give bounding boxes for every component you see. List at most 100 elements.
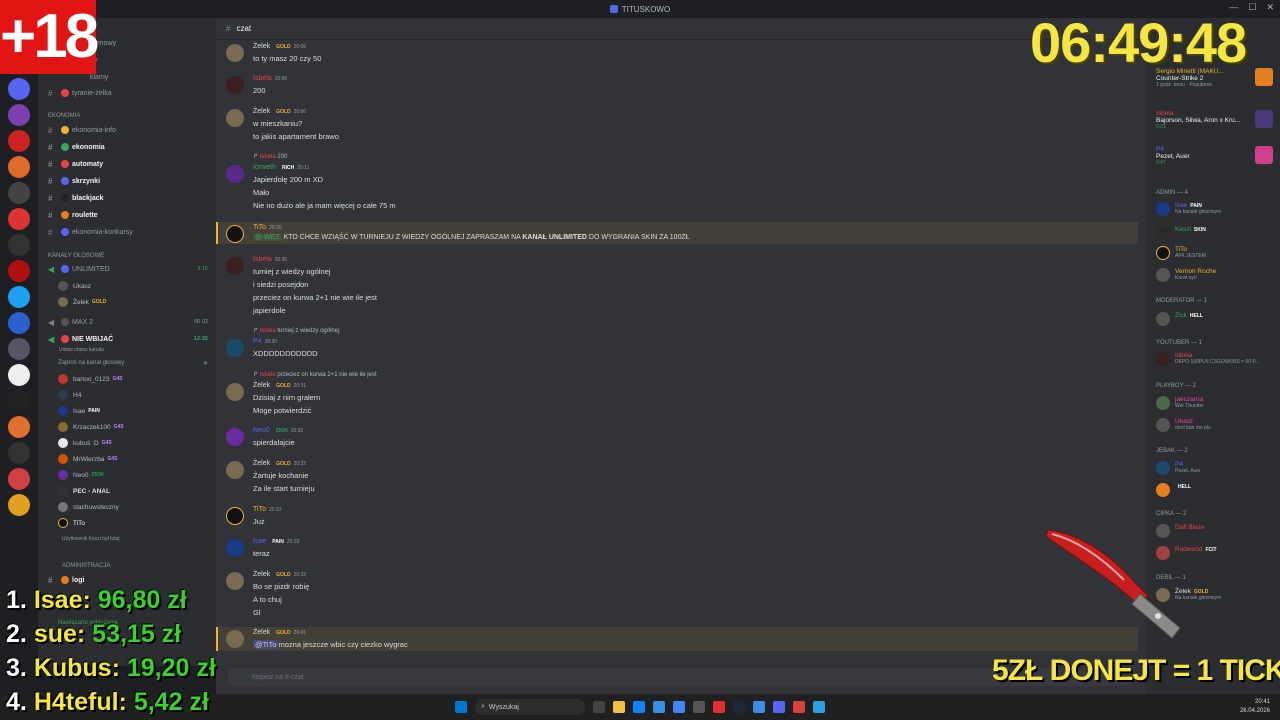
member-activity[interactable]: Isbela Bajorson, Sliwa, Aron x Kru... 6:… <box>1156 110 1278 130</box>
chrome-icon[interactable] <box>673 701 685 713</box>
edge-icon[interactable] <box>633 701 645 713</box>
voice-user[interactable]: stachuwsteczny <box>58 500 214 514</box>
avatar[interactable] <box>226 257 244 275</box>
avatar[interactable] <box>226 109 244 127</box>
server-icon[interactable] <box>8 364 30 386</box>
voice-user[interactable]: MrWierzba G4S <box>58 452 214 466</box>
server-icon[interactable] <box>8 234 30 256</box>
task-view-icon[interactable] <box>593 701 605 713</box>
server-icon[interactable] <box>8 442 30 464</box>
category-voice[interactable]: KANAŁY GŁOSOWE <box>38 249 216 263</box>
server-icon[interactable] <box>8 208 30 230</box>
member-item[interactable]: jaeczarna War Thunder <box>1156 396 1278 410</box>
server-icon[interactable] <box>8 104 30 126</box>
avatar[interactable] <box>226 428 244 446</box>
server-icon[interactable] <box>8 312 30 334</box>
voice-user[interactable]: TiTo <box>58 516 214 530</box>
member-item[interactable]: Zick HELL <box>1156 312 1278 326</box>
server-icon[interactable] <box>8 260 30 282</box>
author[interactable]: TiTo <box>253 224 266 231</box>
close-icon[interactable]: ✕ <box>1266 2 1274 13</box>
member-item[interactable]: HELL <box>1156 483 1278 497</box>
invite-voice-button[interactable]: Zaproś na kanał głosowy ✕ <box>38 356 216 370</box>
avatar[interactable] <box>226 461 244 479</box>
author[interactable]: Żelek <box>253 43 270 50</box>
author[interactable]: Żelek <box>253 382 270 389</box>
author[interactable]: Isbela <box>253 256 272 263</box>
system-clock[interactable]: 20:41 26.04.2026 <box>1240 698 1270 716</box>
avatar[interactable] <box>226 383 244 401</box>
avatar[interactable] <box>226 339 244 357</box>
avatar[interactable] <box>226 539 244 557</box>
author[interactable]: Żelek <box>253 571 270 578</box>
voice-user[interactable]: Neo0 ZION <box>58 468 214 482</box>
author[interactable]: Żelek <box>253 108 270 115</box>
member-item[interactable]: Keszi SKIN <box>1156 226 1278 240</box>
member-item[interactable]: TiTo AFK JESTEM <box>1156 246 1278 260</box>
windows-start-icon[interactable] <box>455 701 467 713</box>
voice-user[interactable]: PEC - ANAL <box>58 484 214 498</box>
channel-item[interactable]: # skrzynki <box>38 174 216 188</box>
voice-user[interactable]: Isae PAIN <box>58 404 214 418</box>
server-icon[interactable] <box>8 156 30 178</box>
voice-channel-unlimited[interactable]: ◀ UNLIMITED 3:15 <box>38 262 216 276</box>
voice-user[interactable]: kubuś :D G4S <box>58 436 214 450</box>
steam-icon[interactable] <box>733 701 745 713</box>
server-icon[interactable] <box>8 130 30 152</box>
category-economy[interactable]: EKONOMIA <box>38 109 216 123</box>
voice-user[interactable]: Żelek GOLD <box>58 295 214 309</box>
channel-item[interactable]: # ekonomia-info <box>38 123 216 137</box>
avatar[interactable] <box>226 44 244 62</box>
channel-item[interactable]: # ekonomia <box>38 140 216 154</box>
voice-channel-max2[interactable]: ◀ MAX 2 00 02 <box>38 315 216 329</box>
server-icon[interactable] <box>8 390 30 412</box>
taskbar-search[interactable]: ⌕ Wyszukaj <box>475 699 585 715</box>
voice-user[interactable]: Ukasz <box>58 279 214 293</box>
app-icon[interactable] <box>693 701 705 713</box>
member-item[interactable]: Vernon Roche Kurwi syn <box>1156 268 1278 282</box>
close-icon[interactable]: ✕ <box>203 360 208 367</box>
avatar[interactable] <box>226 572 244 590</box>
discord-icon[interactable] <box>773 701 785 713</box>
author[interactable]: Isbela <box>253 75 272 82</box>
avatar[interactable] <box>226 630 244 648</box>
avatar[interactable] <box>226 507 244 525</box>
app-icon[interactable] <box>653 701 665 713</box>
server-icon[interactable] <box>8 78 30 100</box>
voice-user[interactable]: Krzaczek100 G4S <box>58 420 214 434</box>
server-icon[interactable] <box>8 286 30 308</box>
app-icon[interactable] <box>753 701 765 713</box>
app-icon[interactable] <box>793 701 805 713</box>
voice-user[interactable]: H4 <box>58 388 214 402</box>
author[interactable]: P4 <box>253 338 262 345</box>
category-admin[interactable]: ADMINISTRACJA <box>38 559 216 573</box>
mention[interactable]: @TiTo <box>253 640 279 649</box>
channel-item[interactable]: # automaty <box>38 157 216 171</box>
avatar[interactable] <box>226 225 244 243</box>
channel-item[interactable]: # tyranie-żelka <box>38 86 216 100</box>
member-item[interactable]: Ukasz dont ban me pls <box>1156 418 1278 432</box>
member-item[interactable]: Isbela DEPO 100PLN CSGOSKINS = 50 P... <box>1156 352 1278 366</box>
folder-icon[interactable] <box>613 701 625 713</box>
avatar[interactable] <box>226 165 244 183</box>
channel-item[interactable]: # logi <box>38 573 216 587</box>
author[interactable]: Żelek <box>253 629 270 636</box>
avatar[interactable] <box>226 76 244 94</box>
app-icon[interactable] <box>813 701 825 713</box>
server-icon[interactable] <box>8 182 30 204</box>
opera-icon[interactable] <box>713 701 725 713</box>
channel-item[interactable]: # roulette <box>38 208 216 222</box>
author[interactable]: Neo0 <box>253 427 270 434</box>
member-activity[interactable]: P4 Pezet, Auer 3:47 <box>1156 146 1278 166</box>
server-icon[interactable] <box>8 468 30 490</box>
channel-status[interactable]: Ustaw status kanału <box>38 343 216 357</box>
maximize-icon[interactable]: ☐ <box>1248 2 1256 13</box>
server-icon[interactable] <box>8 416 30 438</box>
voice-user[interactable]: bartoo_0123 G4S <box>58 372 214 386</box>
author[interactable]: Iorweth <box>253 164 276 171</box>
server-icon[interactable] <box>8 494 30 516</box>
channel-item[interactable]: # blackjack <box>38 191 216 205</box>
author[interactable]: Żelek <box>253 460 270 467</box>
server-icon[interactable] <box>8 338 30 360</box>
author[interactable]: TiTo <box>253 506 266 513</box>
